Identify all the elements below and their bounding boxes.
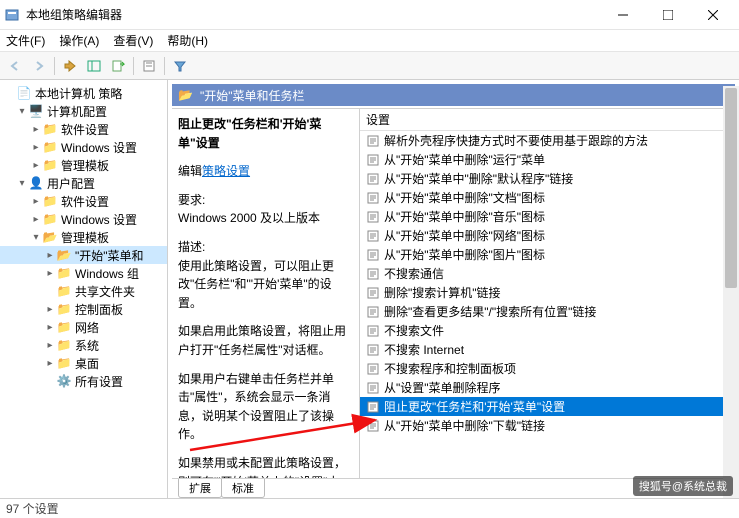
tree-computer-config[interactable]: ▾🖥️计算机配置 bbox=[0, 102, 167, 120]
tree-user-config[interactable]: ▾👤用户配置 bbox=[0, 174, 167, 192]
policy-icon bbox=[366, 248, 380, 262]
list-item[interactable]: 不搜索通信 bbox=[360, 264, 735, 283]
list-item[interactable]: 不搜索程序和控制面板项 bbox=[360, 359, 735, 378]
tab-extended[interactable]: 扩展 bbox=[178, 479, 222, 498]
list-item[interactable]: 从"开始"菜单中"删除"默认程序"链接 bbox=[360, 169, 735, 188]
menubar: 文件(F) 操作(A) 查看(V) 帮助(H) bbox=[0, 30, 739, 52]
setting-title: 阻止更改"任务栏和'开始'菜单"设置 bbox=[178, 117, 321, 150]
list-item-label: 从"开始"菜单中删除"下载"链接 bbox=[384, 417, 545, 434]
list-item-label: 从"开始"菜单中删除"文档"图标 bbox=[384, 189, 545, 206]
window-title: 本地组策略编辑器 bbox=[26, 6, 600, 23]
forward-button[interactable] bbox=[28, 55, 50, 77]
up-button[interactable] bbox=[59, 55, 81, 77]
list-item-label: 阻止更改"任务栏和'开始'菜单"设置 bbox=[384, 398, 565, 415]
menu-file[interactable]: 文件(F) bbox=[6, 32, 45, 49]
export-button[interactable] bbox=[107, 55, 129, 77]
nav-tree[interactable]: 📄本地计算机 策略 ▾🖥️计算机配置 ▸📁软件设置 ▸📁Windows 设置 ▸… bbox=[0, 80, 168, 498]
list-item-label: 不搜索程序和控制面板项 bbox=[384, 360, 516, 377]
policy-icon bbox=[366, 191, 380, 205]
toolbar bbox=[0, 52, 739, 80]
scrollbar-vertical[interactable] bbox=[723, 86, 739, 498]
list-item[interactable]: 不搜索 Internet bbox=[360, 340, 735, 359]
policy-icon bbox=[366, 210, 380, 224]
app-icon bbox=[4, 7, 20, 23]
list-item[interactable]: 从"开始"菜单中删除"网络"图标 bbox=[360, 226, 735, 245]
tree-start-menu[interactable]: ▸📂"开始"菜单和 bbox=[0, 246, 167, 264]
policy-icon bbox=[366, 229, 380, 243]
list-item[interactable]: 删除"搜索计算机"链接 bbox=[360, 283, 735, 302]
tree-desktop[interactable]: ▸📁桌面 bbox=[0, 354, 167, 372]
policy-icon bbox=[366, 324, 380, 338]
policy-icon bbox=[366, 305, 380, 319]
tree-u-windows[interactable]: ▸📁Windows 设置 bbox=[0, 210, 167, 228]
list-item-label: 不搜索 Internet bbox=[384, 341, 464, 358]
policy-icon bbox=[366, 381, 380, 395]
settings-list[interactable]: 设置 解析外壳程序快捷方式时不要使用基于跟踪的方法从"开始"菜单中删除"运行"菜… bbox=[360, 109, 735, 478]
tree-system[interactable]: ▸📁系统 bbox=[0, 336, 167, 354]
list-item[interactable]: 从"开始"菜单中删除"运行"菜单 bbox=[360, 150, 735, 169]
list-item-label: 解析外壳程序快捷方式时不要使用基于跟踪的方法 bbox=[384, 132, 648, 149]
list-item-label: 从"开始"菜单中删除"网络"图标 bbox=[384, 227, 545, 244]
policy-icon bbox=[366, 153, 380, 167]
list-item-label: 从"开始"菜单中删除"图片"图标 bbox=[384, 246, 545, 263]
minimize-button[interactable] bbox=[600, 1, 645, 29]
show-hide-tree-button[interactable] bbox=[83, 55, 105, 77]
tree-control-panel[interactable]: ▸📁控制面板 bbox=[0, 300, 167, 318]
policy-icon bbox=[366, 343, 380, 357]
tree-c-software[interactable]: ▸📁软件设置 bbox=[0, 120, 167, 138]
properties-button[interactable] bbox=[138, 55, 160, 77]
menu-help[interactable]: 帮助(H) bbox=[167, 32, 208, 49]
folder-icon: 📂 bbox=[178, 88, 194, 102]
category-header: 📂 "开始"菜单和任务栏 bbox=[172, 84, 735, 106]
annotation-arrow bbox=[190, 415, 390, 458]
tree-c-adm[interactable]: ▸📁管理模板 bbox=[0, 156, 167, 174]
status-count: 97 个设置 bbox=[6, 500, 59, 517]
policy-icon bbox=[366, 134, 380, 148]
tab-standard[interactable]: 标准 bbox=[221, 479, 265, 498]
list-item[interactable]: 从"开始"菜单中删除"音乐"图标 bbox=[360, 207, 735, 226]
policy-icon bbox=[366, 400, 380, 414]
tree-root[interactable]: 📄本地计算机 策略 bbox=[0, 84, 167, 102]
policy-icon bbox=[366, 267, 380, 281]
menu-action[interactable]: 操作(A) bbox=[59, 32, 99, 49]
list-item[interactable]: 从"开始"菜单中删除"图片"图标 bbox=[360, 245, 735, 264]
list-item-label: 从"开始"菜单中"删除"默认程序"链接 bbox=[384, 170, 573, 187]
policy-icon bbox=[366, 362, 380, 376]
list-item-label: 删除"查看更多结果"/"搜索所有位置"链接 bbox=[384, 303, 596, 320]
list-item-label: 从"设置"菜单删除程序 bbox=[384, 379, 501, 396]
list-item-label: 不搜索通信 bbox=[384, 265, 444, 282]
policy-icon bbox=[366, 172, 380, 186]
back-button[interactable] bbox=[4, 55, 26, 77]
list-item[interactable]: 从"开始"菜单中删除"文档"图标 bbox=[360, 188, 735, 207]
policy-icon bbox=[366, 286, 380, 300]
list-item-label: 从"开始"菜单中删除"音乐"图标 bbox=[384, 208, 545, 225]
edit-policy-link[interactable]: 策略设置 bbox=[202, 164, 250, 178]
tree-all-settings[interactable]: ⚙️所有设置 bbox=[0, 372, 167, 390]
list-item-label: 删除"搜索计算机"链接 bbox=[384, 284, 501, 301]
tree-u-software[interactable]: ▸📁软件设置 bbox=[0, 192, 167, 210]
list-item[interactable]: 从"开始"菜单中删除"下载"链接 bbox=[360, 416, 735, 435]
list-item-label: 不搜索文件 bbox=[384, 322, 444, 339]
list-item[interactable]: 阻止更改"任务栏和'开始'菜单"设置 bbox=[360, 397, 735, 416]
list-item[interactable]: 不搜索文件 bbox=[360, 321, 735, 340]
maximize-button[interactable] bbox=[645, 1, 690, 29]
tree-c-windows[interactable]: ▸📁Windows 设置 bbox=[0, 138, 167, 156]
status-bar: 97 个设置 bbox=[0, 498, 739, 518]
filter-button[interactable] bbox=[169, 55, 191, 77]
tree-shared-folders[interactable]: 📁共享文件夹 bbox=[0, 282, 167, 300]
list-item[interactable]: 解析外壳程序快捷方式时不要使用基于跟踪的方法 bbox=[360, 131, 735, 150]
list-item[interactable]: 从"设置"菜单删除程序 bbox=[360, 378, 735, 397]
tree-u-adm[interactable]: ▾📂管理模板 bbox=[0, 228, 167, 246]
menu-view[interactable]: 查看(V) bbox=[113, 32, 153, 49]
list-item[interactable]: 删除"查看更多结果"/"搜索所有位置"链接 bbox=[360, 302, 735, 321]
tree-windows-components[interactable]: ▸📁Windows 组 bbox=[0, 264, 167, 282]
list-header[interactable]: 设置 bbox=[360, 109, 735, 131]
watermark: 搜狐号@系统总裁 bbox=[633, 476, 733, 496]
close-button[interactable] bbox=[690, 1, 735, 29]
tree-network[interactable]: ▸📁网络 bbox=[0, 318, 167, 336]
list-item-label: 从"开始"菜单中删除"运行"菜单 bbox=[384, 151, 545, 168]
